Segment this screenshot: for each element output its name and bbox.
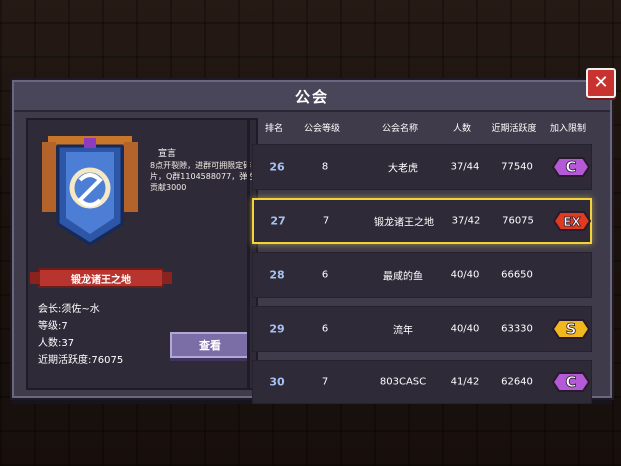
row-level: 6 [321,323,329,335]
row-rank: 28 [269,268,285,282]
row-level: 6 [321,269,329,281]
svg-text:EX: EX [563,215,581,229]
join-limit-badge-icon: C [551,372,591,392]
svg-text:S: S [566,320,577,338]
table-row[interactable]: 29 6 流年 40/40 63330 S [252,306,592,352]
table-row[interactable]: 28 6 最咸的鱼 40/40 66650 [252,252,592,298]
table-header: 排名 公会等级 公会名称 人数 近期活跃度 加入限制 [250,118,602,136]
svg-text:C: C [565,373,576,391]
row-members: 37/42 [451,215,481,227]
row-guild-name: 锻龙诸王之地 [374,217,434,229]
dialog-header: 公会 [14,82,610,112]
row-activity: 63330 [501,323,533,335]
row-rank: 29 [269,322,285,336]
row-guild-name: 流年 [393,325,413,337]
guild-members: 人数:37 [38,338,75,349]
guild-info-panel: 宣言 8点开裂隙，进群可拥限定碎片，Q群1104588077，弹性贡献3000 … [26,118,258,390]
join-limit-badge-icon: EX [552,211,592,231]
row-members: 41/42 [450,376,480,388]
row-level: 7 [322,215,330,227]
table-row[interactable]: 27 7 锻龙诸王之地 37/42 76075 EX [252,198,592,244]
guild-level: 等级:7 [38,321,68,332]
close-icon: ✕ [593,72,609,93]
join-limit-badge-icon: S [551,319,591,339]
header-activity: 近期活跃度 [491,124,537,134]
row-activity: 66650 [501,269,533,281]
row-members: 40/40 [450,269,480,281]
close-button[interactable]: ✕ [586,68,616,98]
view-button[interactable]: 查看 [170,332,250,358]
guild-name-ribbon: 锻龙诸王之地 [30,268,172,288]
row-level: 7 [321,376,329,388]
row-guild-name: 803CASC [379,376,427,388]
header-join-limit: 加入限制 [549,124,587,134]
guild-banner-icon [42,136,138,246]
row-members: 40/40 [450,323,480,335]
svg-text:C: C [565,158,576,176]
row-guild-name: 最咸的鱼 [383,271,423,283]
guild-dialog: 公会 ✕ 宣言 8点开裂隙，进群可拥限定碎片，Q群1104588077，弹性贡献… [12,68,616,404]
header-rank: 排名 [264,124,284,134]
row-rank: 26 [269,160,285,174]
row-guild-name: 大老虎 [388,163,418,175]
dialog-title: 公会 [294,87,329,106]
row-rank: 30 [269,375,285,389]
guild-ranking-table: 排名 公会等级 公会名称 人数 近期活跃度 加入限制 26 8 大老虎 37/44 77… [250,118,602,404]
join-limit-badge-icon: C [551,157,591,177]
row-activity: 76075 [502,215,534,227]
row-rank: 27 [270,214,286,228]
table-row[interactable]: 26 8 大老虎 37/44 77540 C [252,144,592,190]
guild-leader: 会长:须佐~水 [38,304,100,315]
row-activity: 77540 [501,161,533,173]
guild-name: 锻龙诸王之地 [71,274,131,286]
declaration-text: 8点开裂隙，进群可拥限定碎片，Q群1104588077，弹性贡献3000 [150,161,256,192]
table-row[interactable]: 30 7 803CASC 41/42 62640 C [252,360,592,404]
header-name: 公会名称 [381,124,419,134]
row-members: 37/44 [450,161,480,173]
row-activity: 62640 [501,376,533,388]
header-level: 公会等级 [303,124,341,134]
guild-activity: 近期活跃度:76075 [38,355,124,366]
header-members: 人数 [452,124,472,134]
declaration-title: 宣言 [158,149,177,159]
row-level: 8 [321,161,329,173]
